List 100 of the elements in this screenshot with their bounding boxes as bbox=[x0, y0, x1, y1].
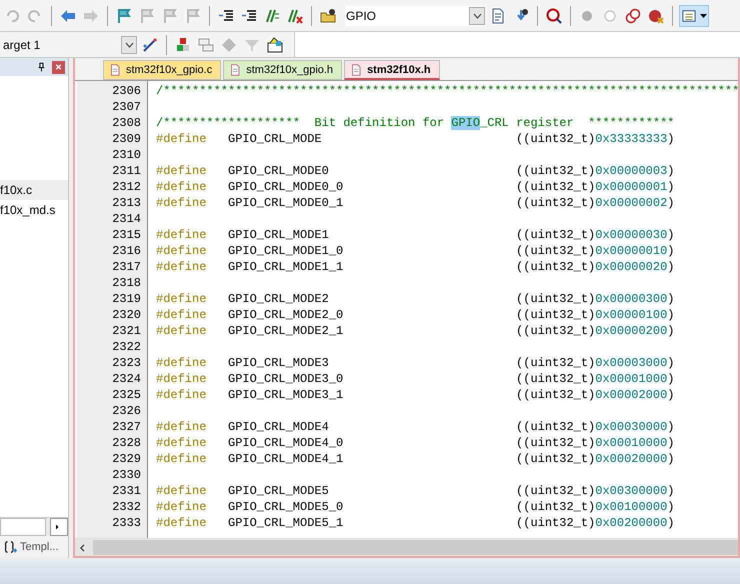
document-icon bbox=[490, 8, 506, 24]
windows-icon bbox=[198, 36, 214, 52]
line-number: 2326 bbox=[111, 404, 142, 420]
comment-icon bbox=[264, 8, 280, 24]
code-keyword: #define bbox=[156, 180, 208, 196]
macro-name: GPIO_CRL_MODE0 bbox=[228, 164, 330, 180]
line-number: 2314 bbox=[111, 212, 142, 228]
outdent-icon bbox=[241, 8, 257, 24]
hex-value: 0x00000020 bbox=[595, 260, 668, 276]
tab-label: Templ... bbox=[20, 541, 59, 553]
line-number: 2309 bbox=[111, 132, 142, 148]
macro-name: GPIO_CRL_MODE2 bbox=[228, 292, 330, 308]
code-cast: ((uint32_t) bbox=[516, 132, 596, 148]
line-number: 2325 bbox=[111, 388, 142, 404]
back-arrow-icon bbox=[60, 8, 76, 24]
code-keyword: #define bbox=[156, 452, 208, 468]
target-field[interactable]: arget 1 bbox=[2, 34, 137, 54]
hex-value: 0x00020000 bbox=[595, 452, 668, 468]
code-cast: ((uint32_t) bbox=[516, 500, 596, 516]
flag-icon bbox=[116, 8, 132, 24]
code-paren: ) bbox=[667, 420, 674, 436]
file-item[interactable]: f10x_md.s bbox=[0, 200, 68, 220]
redo-icon bbox=[27, 8, 43, 24]
code-cast: ((uint32_t) bbox=[516, 516, 596, 532]
macro-name: GPIO_CRL_MODE4_0 bbox=[228, 436, 344, 452]
hex-value: 0x00000030 bbox=[595, 228, 668, 244]
code-cast: ((uint32_t) bbox=[516, 196, 596, 212]
code-paren: ) bbox=[667, 308, 674, 324]
blocks-icon bbox=[175, 36, 191, 52]
line-number: 2318 bbox=[111, 276, 142, 292]
line-number: 2310 bbox=[111, 148, 142, 164]
circle-icon bbox=[602, 8, 618, 24]
macro-name: GPIO_CRL_MODE3_0 bbox=[228, 372, 344, 388]
macro-name: GPIO_CRL_MODE1 bbox=[228, 228, 330, 244]
code-paren: ) bbox=[667, 196, 674, 212]
code-keyword: #define bbox=[156, 484, 208, 500]
code-cast: ((uint32_t) bbox=[516, 324, 596, 340]
templates-tab[interactable]: Templ... bbox=[0, 536, 68, 558]
line-number: 2313 bbox=[111, 196, 142, 212]
hex-value: 0x00000300 bbox=[595, 292, 668, 308]
symbol-field[interactable]: GPIO bbox=[345, 6, 485, 26]
line-number: 2327 bbox=[111, 420, 142, 436]
code-paren: ) bbox=[667, 164, 674, 180]
code-keyword: #define bbox=[156, 324, 208, 340]
macro-name: GPIO_CRL_MODE1_0 bbox=[228, 244, 344, 260]
code-paren: ) bbox=[667, 132, 674, 148]
macro-name: GPIO_CRL_MODE5 bbox=[228, 484, 330, 500]
macro-name: GPIO_CRL_MODE1_1 bbox=[228, 260, 344, 276]
code-paren: ) bbox=[667, 388, 674, 404]
macro-name: GPIO_CRL_MODE4_1 bbox=[228, 452, 344, 468]
line-number: 2322 bbox=[111, 340, 142, 356]
diamond-icon bbox=[221, 36, 237, 52]
line-number: 2319 bbox=[111, 292, 142, 308]
code-cast: ((uint32_t) bbox=[516, 228, 596, 244]
hex-value: 0x00001000 bbox=[595, 372, 668, 388]
code-keyword: #define bbox=[156, 132, 208, 148]
code-cast: ((uint32_t) bbox=[516, 260, 596, 276]
file-icon bbox=[230, 62, 242, 78]
line-number: 2333 bbox=[111, 516, 142, 532]
file-tab[interactable]: stm32f10x_gpio.h bbox=[223, 60, 342, 80]
line-number: 2329 bbox=[111, 452, 142, 468]
code-keyword: #define bbox=[156, 516, 208, 532]
window-layout-button[interactable] bbox=[679, 4, 709, 26]
hex-value: 0x00000001 bbox=[595, 180, 668, 196]
line-number: 2331 bbox=[111, 484, 142, 500]
code-keyword: #define bbox=[156, 292, 208, 308]
macro-name: GPIO_CRL_MODE5_0 bbox=[228, 500, 344, 516]
line-number: 2330 bbox=[111, 468, 142, 484]
file-icon bbox=[351, 62, 364, 78]
line-number: 2306 bbox=[111, 84, 142, 100]
line-number: 2316 bbox=[111, 244, 142, 260]
code-cast: ((uint32_t) bbox=[516, 372, 596, 388]
file-tab[interactable]: stm32f10x_gpio.c bbox=[103, 60, 222, 80]
scrollbar[interactable] bbox=[0, 517, 68, 536]
code-cast: ((uint32_t) bbox=[516, 452, 596, 468]
macro-name: GPIO_CRL_MODE0_1 bbox=[228, 196, 344, 212]
code-keyword: #define bbox=[156, 500, 208, 516]
code-keyword: #define bbox=[156, 356, 208, 372]
line-number: 2320 bbox=[111, 308, 142, 324]
code-keyword: #define bbox=[156, 260, 208, 276]
flag-icon bbox=[162, 8, 178, 24]
file-icon bbox=[110, 62, 122, 78]
code-cast: ((uint32_t) bbox=[516, 356, 596, 372]
macro-name: GPIO_CRL_MODE4 bbox=[228, 420, 330, 436]
code-paren: ) bbox=[667, 372, 674, 388]
code-paren: ) bbox=[667, 516, 674, 532]
line-number: 2332 bbox=[111, 500, 142, 516]
line-number: 2311 bbox=[111, 164, 142, 180]
scrollbar[interactable] bbox=[75, 538, 738, 556]
file-item[interactable]: f10x.c bbox=[0, 180, 68, 200]
hex-value: 0x00030000 bbox=[595, 420, 668, 436]
hex-value: 0x33333333 bbox=[595, 132, 668, 148]
code-cast: ((uint32_t) bbox=[516, 308, 596, 324]
close-button[interactable] bbox=[52, 60, 65, 74]
caret-icon bbox=[700, 14, 706, 18]
code-paren: ) bbox=[667, 292, 674, 308]
file-tab[interactable]: stm32f10x.h bbox=[344, 60, 440, 80]
code-keyword: #define bbox=[156, 420, 208, 436]
code-paren: ) bbox=[667, 436, 674, 452]
uncomment-icon bbox=[287, 8, 303, 24]
